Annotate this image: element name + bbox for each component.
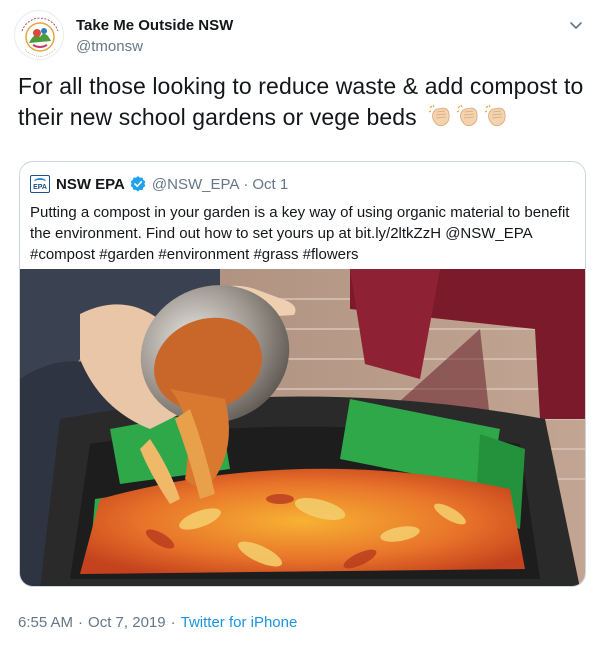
compost-bin-photo[interactable] [20, 269, 586, 587]
quoted-display-name[interactable]: NSW EPA [56, 176, 125, 193]
tweet-footer: 6:55 AM · Oct 7, 2019 · Twitter for iPhone [18, 614, 297, 631]
author-handle[interactable]: @tmonsw [76, 37, 233, 57]
tweet-date[interactable]: Oct 7, 2019 [88, 614, 166, 631]
quoted-date[interactable]: Oct 1 [252, 176, 288, 193]
quoted-tweet-card[interactable]: EPA NSW EPA @NSW_EPA · Oct 1 Putting a c… [19, 161, 586, 587]
epa-logo-text: EPA [33, 184, 47, 191]
author-avatar[interactable] [14, 10, 64, 60]
tweet-source-link[interactable]: Twitter for iPhone [181, 614, 298, 631]
footer-separator-2: · [170, 614, 176, 631]
tweet-time[interactable]: 6:55 AM [18, 614, 73, 631]
clapping-hands-emoji-group [427, 103, 510, 130]
clapping-hands-icon [485, 104, 506, 127]
quoted-handle[interactable]: @NSW_EPA [152, 176, 239, 193]
verified-badge-icon [129, 175, 147, 193]
tweet-header: Take Me Outside NSW @tmonsw [14, 10, 587, 62]
author-display-name[interactable]: Take Me Outside NSW [76, 16, 233, 35]
quoted-tweet-header: EPA NSW EPA @NSW_EPA · Oct 1 [30, 174, 288, 194]
clapping-hands-icon [429, 104, 450, 127]
clapping-hands-icon [457, 104, 478, 127]
footer-separator: · [78, 614, 84, 631]
chevron-down-icon[interactable] [567, 16, 585, 34]
quoted-tweet-text: Putting a compost in your garden is a ke… [30, 204, 570, 263]
avatar-logo-image [16, 12, 63, 59]
epa-logo[interactable]: EPA [30, 175, 50, 193]
quoted-separator: · [243, 175, 249, 193]
tweet-text: For all those looking to reduce waste & … [18, 71, 588, 133]
